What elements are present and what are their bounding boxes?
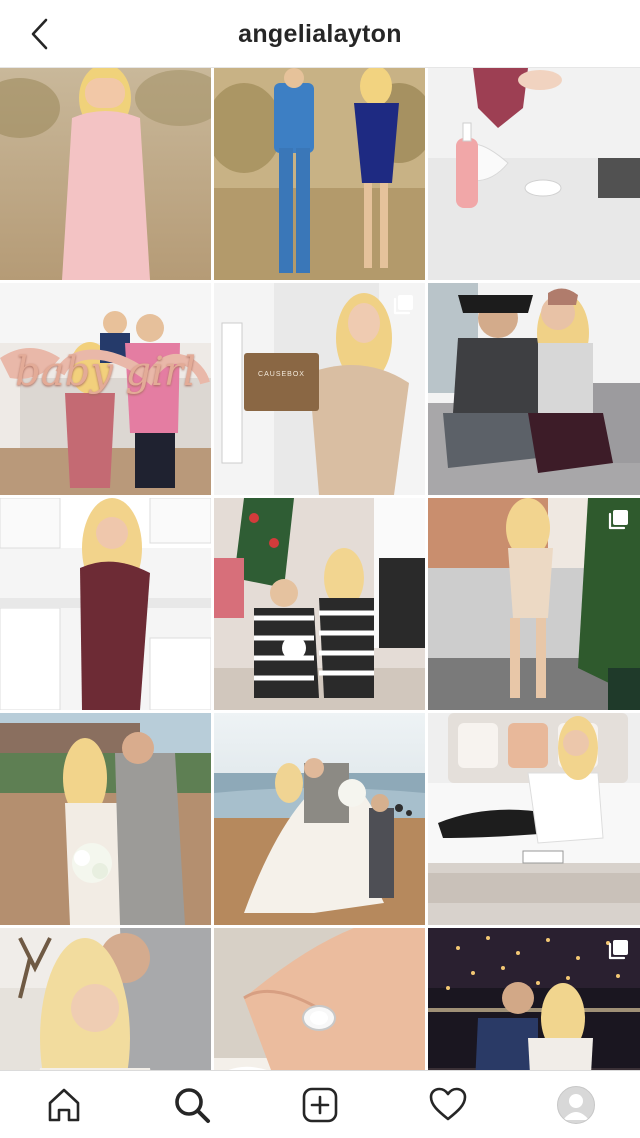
post-thumbnail[interactable]	[428, 713, 640, 925]
post-image	[0, 928, 211, 1070]
post-thumbnail[interactable]	[0, 713, 211, 925]
post-thumbnail[interactable]	[214, 68, 425, 280]
tab-home[interactable]	[32, 1075, 96, 1135]
post-image	[214, 713, 425, 925]
post-thumbnail[interactable]	[428, 283, 640, 495]
page-title: angelialayton	[238, 20, 402, 48]
profile-feed-screen: angelialayton baby girl CAUSEBOX	[0, 0, 640, 1138]
top-bar: angelialayton	[0, 0, 640, 68]
multiple-photos-icon	[393, 295, 413, 315]
post-image	[214, 928, 425, 1070]
heart-icon	[429, 1087, 467, 1120]
post-image	[428, 283, 640, 495]
post-image	[428, 68, 640, 280]
post-thumbnail[interactable]	[428, 928, 640, 1070]
post-image	[428, 713, 640, 925]
post-thumbnail[interactable]: CAUSEBOX	[214, 283, 425, 495]
back-button[interactable]	[18, 12, 62, 56]
tab-new-post[interactable]	[288, 1075, 352, 1135]
post-thumbnail[interactable]	[428, 498, 640, 710]
search-icon	[175, 1087, 210, 1123]
post-image	[0, 283, 211, 495]
photo-grid: baby girl CAUSEBOX	[0, 68, 640, 1070]
post-image	[214, 498, 425, 710]
post-thumbnail[interactable]	[0, 498, 211, 710]
multiple-photos-icon	[608, 940, 628, 960]
post-thumbnail[interactable]: baby girl	[0, 283, 211, 495]
post-thumbnail[interactable]	[214, 713, 425, 925]
post-thumbnail[interactable]	[0, 928, 211, 1070]
tab-search[interactable]	[160, 1075, 224, 1135]
tab-activity[interactable]	[416, 1075, 480, 1135]
tab-profile[interactable]	[544, 1075, 608, 1135]
post-thumbnail[interactable]	[0, 68, 211, 280]
home-icon	[48, 1088, 80, 1121]
post-thumbnail[interactable]	[214, 928, 425, 1070]
plus-square-icon	[302, 1087, 338, 1122]
avatar-icon	[557, 1085, 595, 1124]
post-image	[0, 713, 211, 925]
post-thumbnail[interactable]	[214, 498, 425, 710]
post-image	[0, 498, 211, 710]
post-thumbnail[interactable]	[428, 68, 640, 280]
multiple-photos-icon	[608, 510, 628, 530]
post-image	[214, 68, 425, 280]
bottom-tab-bar	[0, 1070, 640, 1138]
post-image	[0, 68, 211, 280]
chevron-left-icon	[31, 18, 48, 50]
